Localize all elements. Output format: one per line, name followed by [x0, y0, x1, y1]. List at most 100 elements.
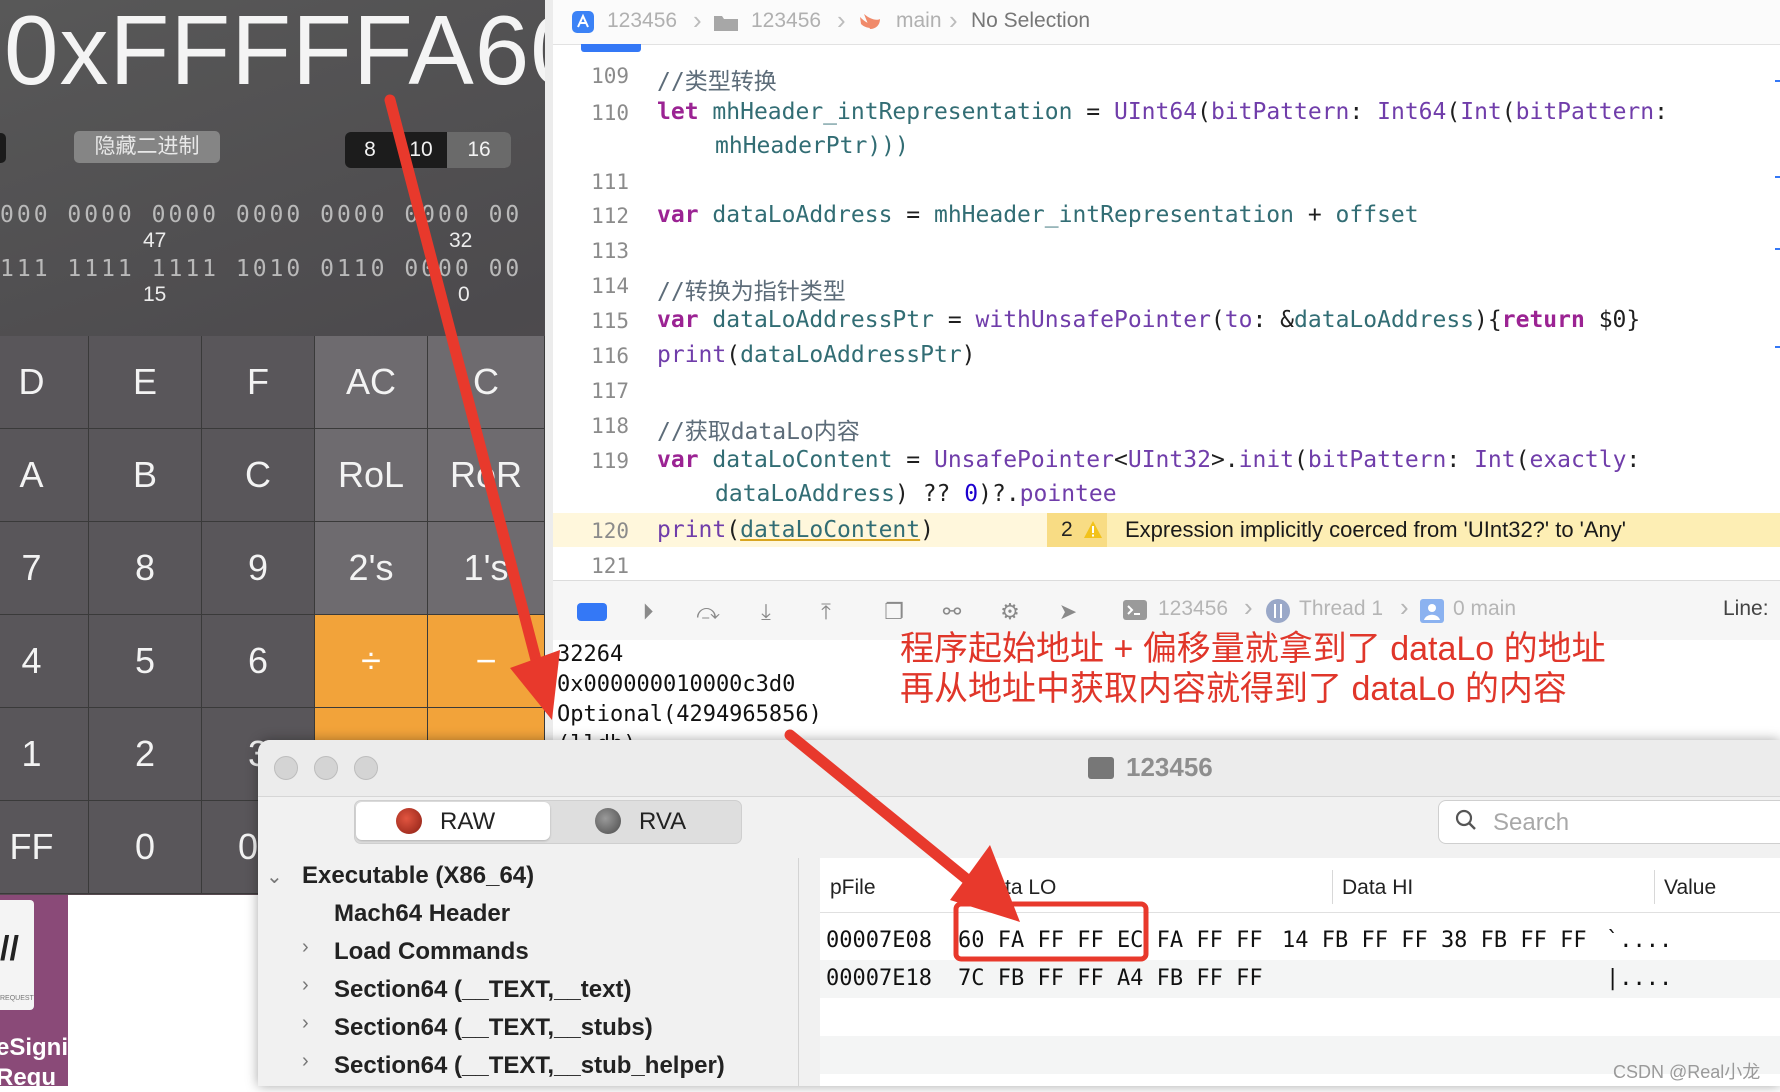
radix-8-button[interactable]: 8 — [345, 132, 395, 168]
minimize-window-button[interactable] — [314, 756, 338, 780]
line-number: 114 — [591, 274, 629, 298]
code-token: ) ?? — [895, 481, 965, 507]
code-line-110-wrap[interactable]: mhHeaderPtr))) — [715, 133, 909, 159]
chevron-right-icon[interactable]: › — [302, 1050, 309, 1073]
continue-icon[interactable]: ⏵ — [633, 599, 663, 625]
breadcrumb-selection[interactable]: No Selection — [971, 9, 1090, 33]
close-window-button[interactable] — [274, 756, 298, 780]
key-twos-complement[interactable]: 2's — [315, 522, 428, 615]
warning-count-badge[interactable]: 2 — [1047, 513, 1107, 547]
key-b[interactable]: B — [89, 429, 202, 522]
key-ones-complement[interactable]: 1's — [428, 522, 545, 615]
tree-item-section-stubs[interactable]: Section64 (__TEXT,__stubs) — [334, 1014, 653, 1042]
code-line-109[interactable]: //类型转换 — [657, 62, 777, 96]
code-token: dataLoAddressPtr — [712, 307, 934, 333]
key-rotate-right[interactable]: RoR — [428, 429, 545, 522]
key-4[interactable]: 4 — [0, 615, 89, 708]
chevron-down-icon[interactable]: ⌄ — [266, 864, 283, 889]
key-8[interactable]: 8 — [89, 522, 202, 615]
code-token: ( — [1197, 99, 1211, 125]
code-token: UInt64 — [1113, 99, 1198, 125]
code-line-118[interactable]: //获取dataLo内容 — [657, 412, 860, 446]
chevron-right-icon[interactable]: › — [302, 1012, 309, 1035]
debug-breadcrumb-frame[interactable]: 0 main — [1453, 597, 1516, 621]
breadcrumb-file[interactable]: main — [896, 9, 942, 33]
apple-icon — [396, 808, 422, 834]
binary-bits-row-low[interactable]: 111 1111 1111 1010 0110 0000 00 — [0, 256, 522, 282]
key-1[interactable]: 1 — [0, 708, 89, 801]
key-divide[interactable]: ÷ — [315, 615, 428, 708]
zoom-window-button[interactable] — [354, 756, 378, 780]
breadcrumb-project[interactable]: 123456 — [607, 9, 677, 33]
code-token: dataLoContent — [740, 517, 921, 543]
column-header-pfile[interactable]: pFile — [830, 876, 876, 900]
code-line-120[interactable]: print(dataLoContent) — [657, 517, 934, 543]
code-token: ){ — [1474, 307, 1502, 333]
key-0[interactable]: 0 — [89, 801, 202, 894]
line-number: 109 — [591, 64, 629, 88]
code-line-119[interactable]: var dataLoContent = UnsafePointer<UInt32… — [657, 447, 1640, 473]
tree-item-executable[interactable]: Executable (X86_64) — [302, 862, 534, 890]
binary-bits-row-high[interactable]: 000 0000 0000 0000 0000 0000 00 — [0, 202, 522, 228]
tree-item-section-stub-helper[interactable]: Section64 (__TEXT,__stub_helper) — [334, 1052, 725, 1080]
bit-position-label: 47 — [143, 229, 167, 252]
tree-item-mach64-header[interactable]: Mach64 Header — [334, 900, 510, 928]
code-line-116[interactable]: print(dataLoAddressPtr) — [657, 342, 976, 368]
key-a[interactable]: A — [0, 429, 89, 522]
table-row[interactable]: 00007E08 60 FA FF FF EC FA FF FF 14 FB F… — [820, 922, 1780, 960]
step-over-icon[interactable]: ⤼ — [693, 599, 723, 625]
code-line-112[interactable]: var dataLoAddress = mhHeader_intRepresen… — [657, 202, 1419, 228]
key-ff[interactable]: FF — [0, 801, 89, 894]
key-f[interactable]: F — [202, 336, 315, 429]
calculator-mode-button[interactable] — [0, 133, 6, 163]
key-subtract[interactable]: − — [428, 615, 545, 708]
chevron-right-icon: › — [693, 5, 702, 35]
chevron-right-icon[interactable]: › — [302, 974, 309, 997]
key-6[interactable]: 6 — [202, 615, 315, 708]
step-out-icon[interactable]: ⤒ — [811, 599, 841, 625]
key-c[interactable]: C — [202, 429, 315, 522]
console-line: 0x000000010000c3d0 — [557, 672, 796, 697]
debug-breadcrumb-thread[interactable]: Thread 1 — [1299, 597, 1383, 621]
chevron-right-icon[interactable]: › — [302, 936, 309, 959]
xcode-project-icon[interactable] — [571, 10, 595, 34]
code-token: exactly — [1529, 447, 1627, 473]
code-line-114[interactable]: //转换为指针类型 — [657, 272, 846, 306]
table-row[interactable]: 00007E18 7C FB FF FF A4 FB FF FF |.... — [820, 960, 1780, 998]
key-7[interactable]: 7 — [0, 522, 89, 615]
code-token: UInt32 — [1127, 447, 1211, 473]
code-token: dataLoContent — [712, 447, 893, 473]
key-rotate-left[interactable]: RoL — [315, 429, 428, 522]
code-line-115[interactable]: var dataLoAddressPtr = withUnsafePointer… — [657, 307, 1640, 333]
radix-16-button[interactable]: 16 — [447, 132, 511, 168]
tree-item-load-commands[interactable]: Load Commands — [334, 938, 529, 966]
column-separator — [1654, 870, 1655, 904]
column-header-data-lo[interactable]: ta LO — [1005, 876, 1056, 900]
key-9[interactable]: 9 — [202, 522, 315, 615]
code-token: : — [1654, 99, 1668, 125]
code-line-110[interactable]: let mhHeader_intRepresentation = UInt64(… — [657, 99, 1668, 125]
radix-10-button[interactable]: 10 — [395, 132, 447, 168]
inline-warning[interactable]: 2 Expression implicitly coerced from 'UI… — [1047, 513, 1780, 547]
key-d[interactable]: D — [0, 336, 89, 429]
code-line-119-wrap[interactable]: dataLoAddress) ?? 0)?.pointee — [715, 481, 1117, 507]
search-field[interactable]: Search — [1438, 800, 1780, 844]
line-number: 116 — [591, 344, 629, 368]
debug-breadcrumb-process[interactable]: 123456 — [1158, 597, 1228, 621]
key-e[interactable]: E — [89, 336, 202, 429]
key-2[interactable]: 2 — [89, 708, 202, 801]
breakpoints-toggle[interactable] — [577, 603, 607, 621]
line-number: 112 — [591, 204, 629, 228]
step-into-icon[interactable]: ⤓ — [751, 599, 781, 625]
key-5[interactable]: 5 — [89, 615, 202, 708]
column-header-data-hi[interactable]: Data HI — [1342, 876, 1413, 900]
hide-binary-button[interactable]: 隐藏二进制 — [74, 131, 220, 163]
key-all-clear[interactable]: AC — [315, 336, 428, 429]
key-clear[interactable]: C — [428, 336, 545, 429]
window-title: 123456 — [1126, 752, 1213, 782]
tab-raw[interactable]: RAW — [356, 802, 550, 840]
tab-rva[interactable]: RVA — [551, 802, 740, 840]
breadcrumb-group[interactable]: 123456 — [751, 9, 821, 33]
tree-item-section-text[interactable]: Section64 (__TEXT,__text) — [334, 976, 631, 1004]
column-header-value[interactable]: Value — [1664, 876, 1716, 900]
